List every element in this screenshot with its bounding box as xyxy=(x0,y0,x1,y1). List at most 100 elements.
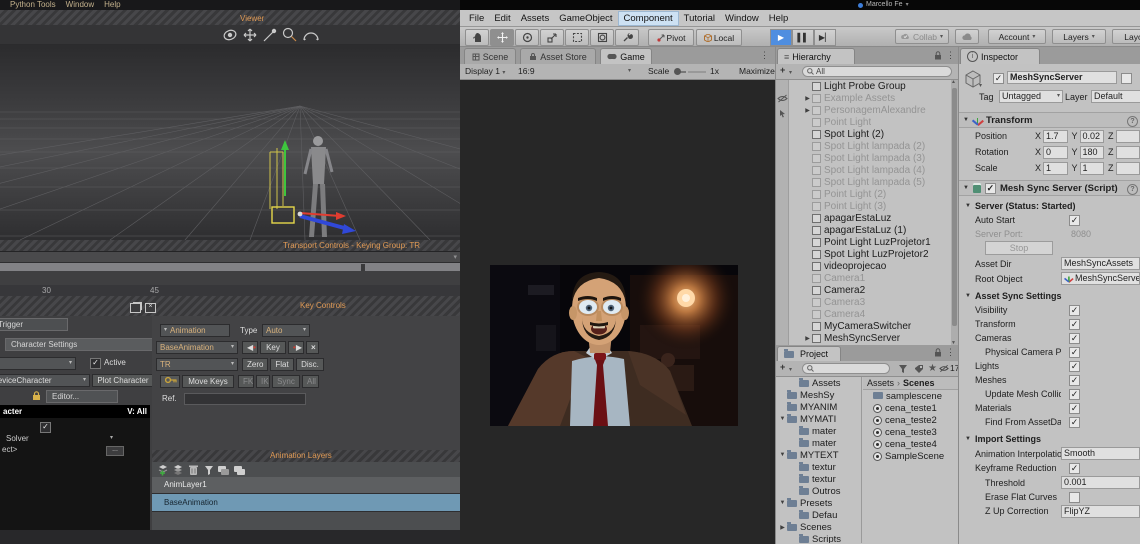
animation-menu[interactable]: ▾ Animation xyxy=(160,324,230,337)
move-keys-button[interactable]: Move Keys xyxy=(182,375,234,388)
z-field[interactable] xyxy=(1116,162,1140,175)
hierarchy-item[interactable]: MeshSyncServer xyxy=(789,332,951,344)
project-tree-item[interactable]: Assets xyxy=(776,377,861,389)
stop-server-button[interactable]: Stop xyxy=(985,241,1053,255)
hierarchy-item[interactable]: MyCameraSwitcher xyxy=(789,320,951,332)
lock-icon[interactable] xyxy=(32,391,41,401)
rect-tool-button[interactable] xyxy=(565,29,589,46)
collab-button[interactable]: Collab▾ xyxy=(895,29,949,44)
scale-slider-rest[interactable] xyxy=(688,71,706,73)
aspect-ratio-dropdown[interactable]: 16:9 xyxy=(518,64,535,79)
hierarchy-item[interactable]: Spot Light lampada (5) xyxy=(789,176,951,188)
hierarchy-scrollbar[interactable]: ▲ ▼ xyxy=(951,80,958,345)
keying-group-dropdown[interactable]: ▾ TR xyxy=(156,358,238,371)
custom-tool-button[interactable] xyxy=(615,29,639,46)
close-icon[interactable]: × xyxy=(145,303,156,313)
setting-checkbox[interactable] xyxy=(1069,417,1080,428)
mb-3d-viewport[interactable] xyxy=(0,44,460,240)
play-button[interactable]: ▶ xyxy=(770,29,792,46)
zup-correction-dropdown[interactable]: FlipYZ xyxy=(1061,505,1140,518)
hidden-packages-count[interactable]: 17 xyxy=(939,363,958,373)
foldout-arrow-icon[interactable]: ▼ xyxy=(963,117,969,123)
arc-tool-icon[interactable] xyxy=(304,33,318,40)
hierarchy-item[interactable]: Spot Light lampada (2) xyxy=(789,140,951,152)
project-tree-item[interactable]: MeshSy xyxy=(776,389,861,401)
asset-dir-field[interactable]: MeshSyncAssets xyxy=(1061,257,1140,270)
transform-header[interactable]: ▼ Transform ? xyxy=(959,112,1140,128)
setting-checkbox[interactable] xyxy=(1069,375,1080,386)
hierarchy-item[interactable]: Spot Light lampada (3) xyxy=(789,152,951,164)
search-by-type-icon[interactable] xyxy=(898,364,908,374)
tab-menu-icon[interactable]: ⋮ xyxy=(760,50,769,61)
hierarchy-item[interactable]: Point Light xyxy=(789,116,951,128)
threshold-field[interactable]: 0.001 xyxy=(1061,476,1140,489)
menu-item[interactable]: Component xyxy=(618,11,679,26)
expand-arrow-icon[interactable] xyxy=(803,335,812,342)
transform-tool-button[interactable] xyxy=(590,29,614,46)
project-file-item[interactable]: samplescene xyxy=(863,390,958,402)
delete-key-button[interactable]: × xyxy=(306,341,319,354)
scene-picking-icon[interactable] xyxy=(777,109,788,118)
tab-editor[interactable]: Editor... xyxy=(46,390,118,403)
float-window-icon[interactable] xyxy=(130,303,141,313)
flat-button[interactable]: Flat xyxy=(270,358,294,371)
tab-character-settings[interactable]: Character Settings xyxy=(5,338,152,351)
y-field[interactable]: 0.02 xyxy=(1080,130,1104,143)
help-icon[interactable]: ? xyxy=(1127,116,1138,127)
breadcrumb-current[interactable]: Scenes xyxy=(903,378,935,388)
z-field[interactable] xyxy=(1116,130,1140,143)
project-file-item[interactable]: cena_teste2 xyxy=(863,414,958,426)
menu-item[interactable]: Assets xyxy=(516,12,555,25)
scale-tool-icon[interactable] xyxy=(264,29,276,41)
project-search-input[interactable] xyxy=(802,363,890,374)
foldout-arrow-icon[interactable]: ▼ xyxy=(963,185,969,191)
project-tree-item[interactable]: Scripts xyxy=(776,533,861,543)
device-character-dropdown[interactable]: ▾ DeviceCharacter xyxy=(0,374,90,387)
orbit-tool-icon[interactable] xyxy=(223,29,237,42)
breadcrumb-root[interactable]: Assets xyxy=(867,378,894,388)
favorites-icon[interactable]: ★ xyxy=(928,363,937,374)
create-button[interactable]: + xyxy=(780,65,785,75)
duplicate-layer-icon[interactable] xyxy=(174,465,182,475)
ik-button[interactable]: IK xyxy=(256,375,270,388)
project-tree-item[interactable]: MYANIM xyxy=(776,401,861,413)
add-layer-icon[interactable] xyxy=(159,465,167,476)
expand-arrow-icon[interactable] xyxy=(778,416,787,422)
project-tree-item[interactable]: Defau xyxy=(776,509,861,521)
scale-slider-handle[interactable] xyxy=(674,68,681,75)
scene-visibility-icon[interactable] xyxy=(777,94,788,103)
keyframe-reduction-checkbox[interactable] xyxy=(1069,463,1080,474)
menu-item[interactable]: Window xyxy=(720,12,764,25)
menu-item[interactable]: Help xyxy=(764,12,794,25)
mb-menu-item[interactable]: Window xyxy=(66,0,94,9)
z-field[interactable] xyxy=(1116,146,1140,159)
display-dropdown[interactable]: Display 1 ▾ xyxy=(465,64,505,80)
fk-button[interactable]: FK xyxy=(238,375,254,388)
hierarchy-item[interactable]: PersonagemAlexandre xyxy=(789,104,951,116)
merge-layers-icon[interactable] xyxy=(218,466,229,475)
setting-checkbox[interactable] xyxy=(1069,347,1080,358)
hierarchy-item[interactable]: videoprojecao xyxy=(789,260,951,272)
component-enabled-checkbox[interactable] xyxy=(985,183,996,194)
animation-layer-row[interactable]: BaseAnimation xyxy=(152,494,460,512)
active-checkbox[interactable] xyxy=(993,73,1004,84)
interpolation-dropdown[interactable]: Smooth xyxy=(1061,447,1140,460)
chevron-down-icon[interactable]: ▾ xyxy=(110,434,113,441)
setting-checkbox[interactable] xyxy=(1069,403,1080,414)
lock-icon[interactable] xyxy=(934,51,942,60)
game-view[interactable] xyxy=(460,80,775,544)
project-tree-item[interactable]: Outros xyxy=(776,485,861,497)
scroll-up-icon[interactable]: ▲ xyxy=(951,79,956,85)
key-type-dropdown[interactable]: ▾ Auto xyxy=(262,324,310,337)
layers-dropdown[interactable]: Layers▾ xyxy=(1052,29,1106,44)
mb-menu-item[interactable]: Help xyxy=(104,0,120,9)
move-tool-button[interactable] xyxy=(490,29,514,46)
hierarchy-item[interactable]: Spot Light lampada (4) xyxy=(789,164,951,176)
scale-tool-button[interactable] xyxy=(540,29,564,46)
hierarchy-item[interactable]: Point Light LuzProjetor1 xyxy=(789,236,951,248)
tab-game[interactable]: Game xyxy=(600,48,652,64)
chevron-down-icon[interactable]: ▾ xyxy=(979,82,982,89)
hierarchy-search-input[interactable]: All xyxy=(802,66,952,77)
scrollbar-thumb[interactable] xyxy=(952,88,957,326)
layer-dropdown[interactable]: Default xyxy=(1091,90,1140,103)
